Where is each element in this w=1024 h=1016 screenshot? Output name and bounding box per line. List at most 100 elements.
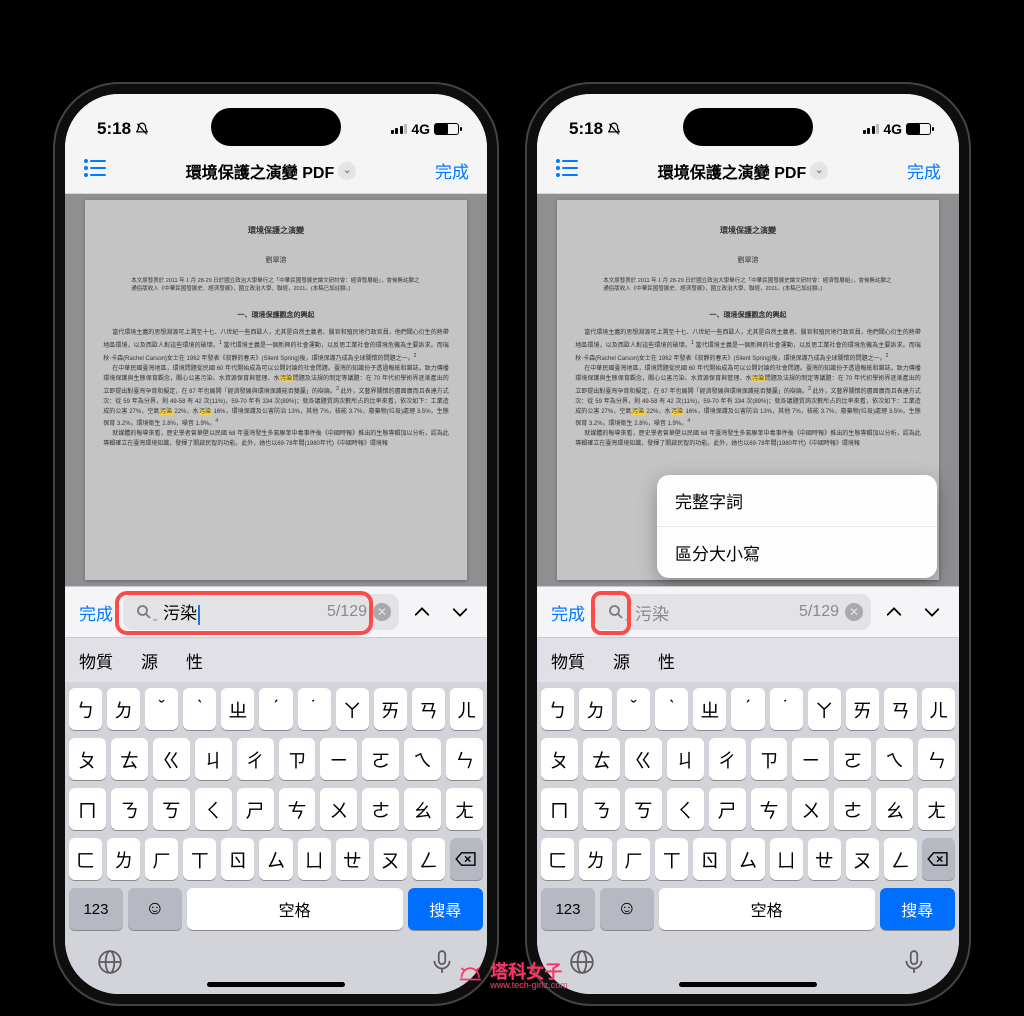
key[interactable]: ㄗ	[751, 738, 788, 780]
key[interactable]: ˊ	[259, 688, 292, 730]
key[interactable]: ㄣ	[918, 738, 955, 780]
key[interactable]: ㄚ	[808, 688, 841, 730]
key[interactable]: ㄌ	[107, 838, 140, 880]
key[interactable]: ㄤ	[446, 788, 483, 830]
done-button[interactable]: 完成	[907, 158, 941, 183]
key[interactable]: ㄠ	[404, 788, 441, 830]
key[interactable]: ㄦ	[450, 688, 483, 730]
key[interactable]: ㄗ	[279, 738, 316, 780]
key[interactable]: ㄔ	[237, 738, 274, 780]
dictation-icon[interactable]	[429, 949, 455, 980]
key[interactable]: ㄛ	[362, 738, 399, 780]
dictation-icon[interactable]	[901, 949, 927, 980]
home-indicator[interactable]	[679, 982, 817, 987]
search-prev-button[interactable]	[879, 606, 909, 618]
prediction-candidate[interactable]: 源	[613, 648, 630, 673]
outline-button[interactable]	[83, 158, 107, 183]
key[interactable]: ㄕ	[709, 788, 746, 830]
key[interactable]: ㄍ	[625, 738, 662, 780]
key[interactable]: ㄈ	[69, 838, 102, 880]
key[interactable]: ㄒ	[655, 838, 688, 880]
key[interactable]: ㄆ	[541, 738, 578, 780]
prediction-candidate[interactable]: 源	[141, 648, 158, 673]
key[interactable]: ㄉ	[579, 688, 612, 730]
key[interactable]: ˋ	[183, 688, 216, 730]
key[interactable]: ㄅ	[69, 688, 102, 730]
key[interactable]: ㄎ	[625, 788, 662, 830]
clear-icon[interactable]: ✕	[373, 603, 391, 621]
key[interactable]: ㄘ	[751, 788, 788, 830]
key[interactable]: ㄑ	[195, 788, 232, 830]
key[interactable]: ㄈ	[541, 838, 574, 880]
search-options-icon[interactable]: ⌄	[131, 599, 157, 625]
clear-icon[interactable]: ✕	[845, 603, 863, 621]
key[interactable]: ㄟ	[876, 738, 913, 780]
key[interactable]: ㄥ	[884, 838, 917, 880]
key[interactable]: ㄝ	[336, 838, 369, 880]
search-key[interactable]: 搜尋	[408, 888, 483, 930]
key[interactable]: ㄠ	[876, 788, 913, 830]
key[interactable]: ㄨ	[320, 788, 357, 830]
search-options-icon[interactable]: ⌄	[603, 599, 629, 625]
numeric-key[interactable]: 123	[69, 888, 123, 930]
key[interactable]: ㄥ	[412, 838, 445, 880]
key[interactable]: ㄒ	[183, 838, 216, 880]
emoji-key[interactable]: ☺	[128, 888, 182, 930]
key[interactable]: ㄎ	[153, 788, 190, 830]
document-viewport[interactable]: 環境保護之演變 劉翠溶 本文原發表於 2011 年 1 月 28-29 日於國立…	[537, 194, 959, 586]
key[interactable]: ㄓ	[693, 688, 726, 730]
document-viewport[interactable]: 環境保護之演變 劉翠溶 本文原發表於 2011 年 1 月 28-29 日於國立…	[65, 194, 487, 586]
key[interactable]: ㄑ	[667, 788, 704, 830]
key[interactable]: ㄜ	[362, 788, 399, 830]
key[interactable]: ㄇ	[541, 788, 578, 830]
option-case-sensitive[interactable]: 區分大小寫	[657, 527, 937, 578]
globe-icon[interactable]	[97, 949, 123, 980]
key[interactable]: ㄢ	[884, 688, 917, 730]
key[interactable]: ㄘ	[279, 788, 316, 830]
option-whole-word[interactable]: 完整字詞	[657, 475, 937, 526]
space-key[interactable]: 空格	[187, 888, 403, 930]
key[interactable]: ㄤ	[918, 788, 955, 830]
emoji-key[interactable]: ☺	[600, 888, 654, 930]
key[interactable]: ˇ	[145, 688, 178, 730]
space-key[interactable]: 空格	[659, 888, 875, 930]
outline-button[interactable]	[555, 158, 579, 183]
key[interactable]: ㄝ	[808, 838, 841, 880]
prediction-candidate[interactable]: 物質	[551, 648, 585, 673]
key[interactable]: ˊ	[731, 688, 764, 730]
search-next-button[interactable]	[917, 606, 947, 618]
key[interactable]: ㄌ	[579, 838, 612, 880]
search-input-text[interactable]: 污染	[163, 599, 321, 625]
key[interactable]: ㄋ	[583, 788, 620, 830]
key[interactable]: ˙	[298, 688, 331, 730]
search-field[interactable]: ⌄ 污染 5/129 ✕	[123, 594, 399, 630]
key[interactable]: ㄅ	[541, 688, 574, 730]
delete-key[interactable]	[450, 838, 483, 880]
search-key[interactable]: 搜尋	[880, 888, 955, 930]
key[interactable]: ㄆ	[69, 738, 106, 780]
search-done-button[interactable]: 完成	[77, 600, 115, 625]
key[interactable]: ㄉ	[107, 688, 140, 730]
document-title[interactable]: 環境保護之演變 PDF ⌄	[186, 159, 356, 183]
home-indicator[interactable]	[207, 982, 345, 987]
key[interactable]: ㄡ	[846, 838, 879, 880]
search-prev-button[interactable]	[407, 606, 437, 618]
key[interactable]: ㄛ	[834, 738, 871, 780]
key[interactable]: ㄏ	[617, 838, 650, 880]
numeric-key[interactable]: 123	[541, 888, 595, 930]
key[interactable]: ㄩ	[298, 838, 331, 880]
key[interactable]: ㄢ	[412, 688, 445, 730]
delete-key[interactable]	[922, 838, 955, 880]
search-next-button[interactable]	[445, 606, 475, 618]
key[interactable]: ㄏ	[145, 838, 178, 880]
key[interactable]: ㄙ	[731, 838, 764, 880]
key[interactable]: ㄍ	[153, 738, 190, 780]
key[interactable]: ㄟ	[404, 738, 441, 780]
key[interactable]: ㄖ	[693, 838, 726, 880]
key[interactable]: ㄋ	[111, 788, 148, 830]
key[interactable]: ㄔ	[709, 738, 746, 780]
key[interactable]: ㄐ	[195, 738, 232, 780]
key[interactable]: ㄖ	[221, 838, 254, 880]
key[interactable]: ㄓ	[221, 688, 254, 730]
key[interactable]: ㄨ	[792, 788, 829, 830]
